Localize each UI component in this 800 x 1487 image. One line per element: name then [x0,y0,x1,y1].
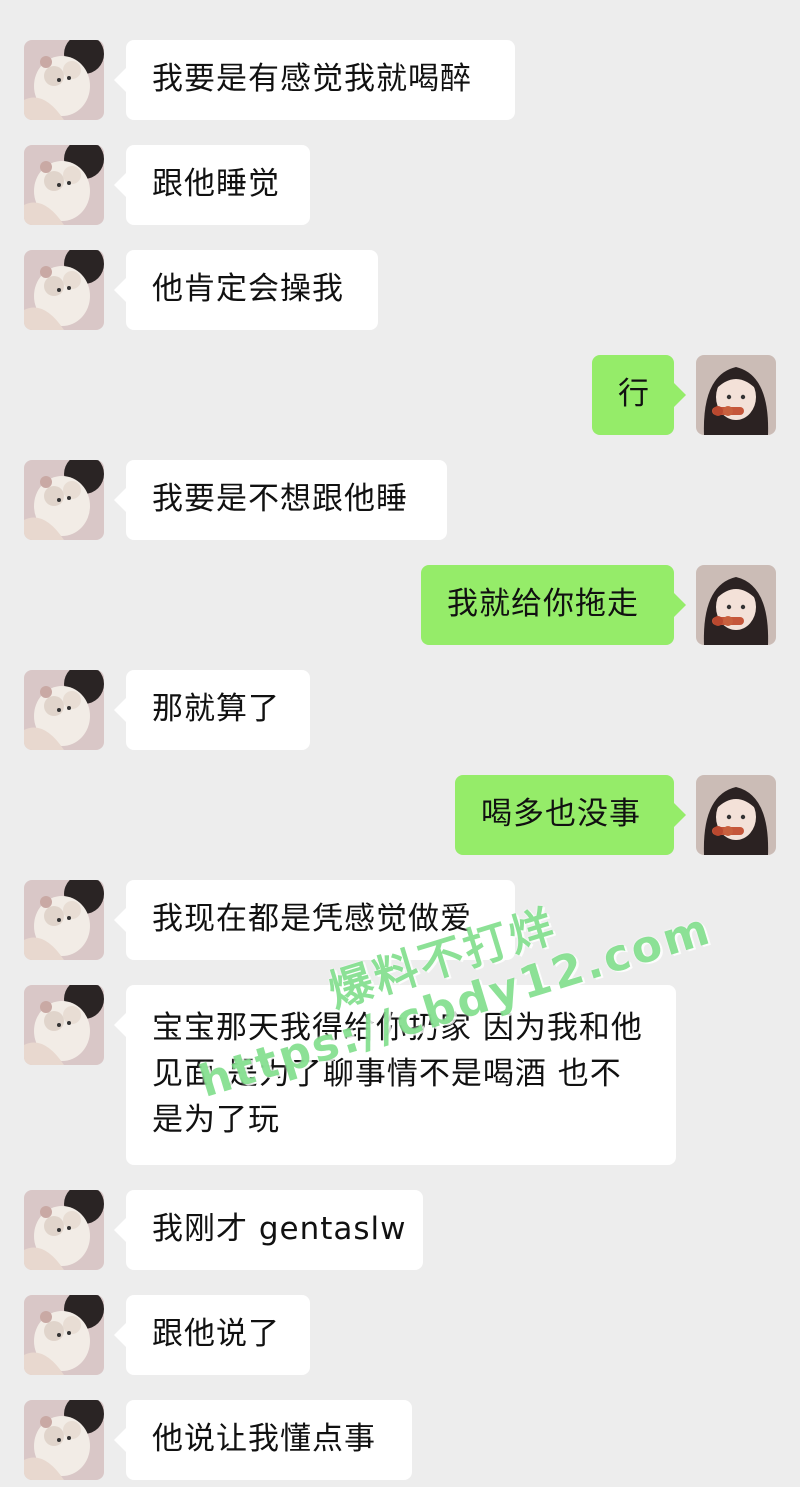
message-bubble[interactable]: 行 [592,355,686,435]
contact-avatar-icon[interactable] [24,1295,104,1375]
message-bubble[interactable]: 宝宝那天我得给你扔家 因为我和他见面 是为了聊事情不是喝酒 也不是为了玩 [114,985,676,1165]
my-avatar-icon[interactable] [696,355,776,435]
my-avatar-icon[interactable] [696,565,776,645]
message-bubble[interactable]: 那就算了 [114,670,310,750]
message-bubble[interactable]: 喝多也没事 [455,775,686,855]
message-bubble[interactable]: 跟他说了 [114,1295,310,1375]
message-bubble[interactable]: 我现在都是凭感觉做爱 [114,880,515,960]
contact-avatar-icon[interactable] [24,880,104,960]
contact-avatar-icon[interactable] [24,40,104,120]
message-bubble[interactable]: 跟他睡觉 [114,145,310,225]
message-bubble[interactable]: 我要是不想跟他睡 [114,460,447,540]
message-bubble[interactable]: 我就给你拖走 [421,565,686,645]
message-bubble[interactable]: 他肯定会操我 [114,250,378,330]
contact-avatar-icon[interactable] [24,670,104,750]
contact-avatar-icon[interactable] [24,250,104,330]
message-bubble[interactable]: 我要是有感觉我就喝醉 [114,40,515,120]
contact-avatar-icon[interactable] [24,1400,104,1480]
contact-avatar-icon[interactable] [24,460,104,540]
chat-message-list[interactable]: 我要是有感觉我就喝醉 跟他睡觉 他肯定会操我 行 我要是不想跟他睡 我就给你拖走 [0,0,800,1487]
contact-avatar-icon[interactable] [24,1190,104,1270]
my-avatar-icon[interactable] [696,775,776,855]
message-bubble[interactable]: 他说让我懂点事 [114,1400,412,1480]
contact-avatar-icon[interactable] [24,985,104,1065]
message-bubble[interactable]: 我刚才 gentaslw [114,1190,423,1270]
contact-avatar-icon[interactable] [24,145,104,225]
